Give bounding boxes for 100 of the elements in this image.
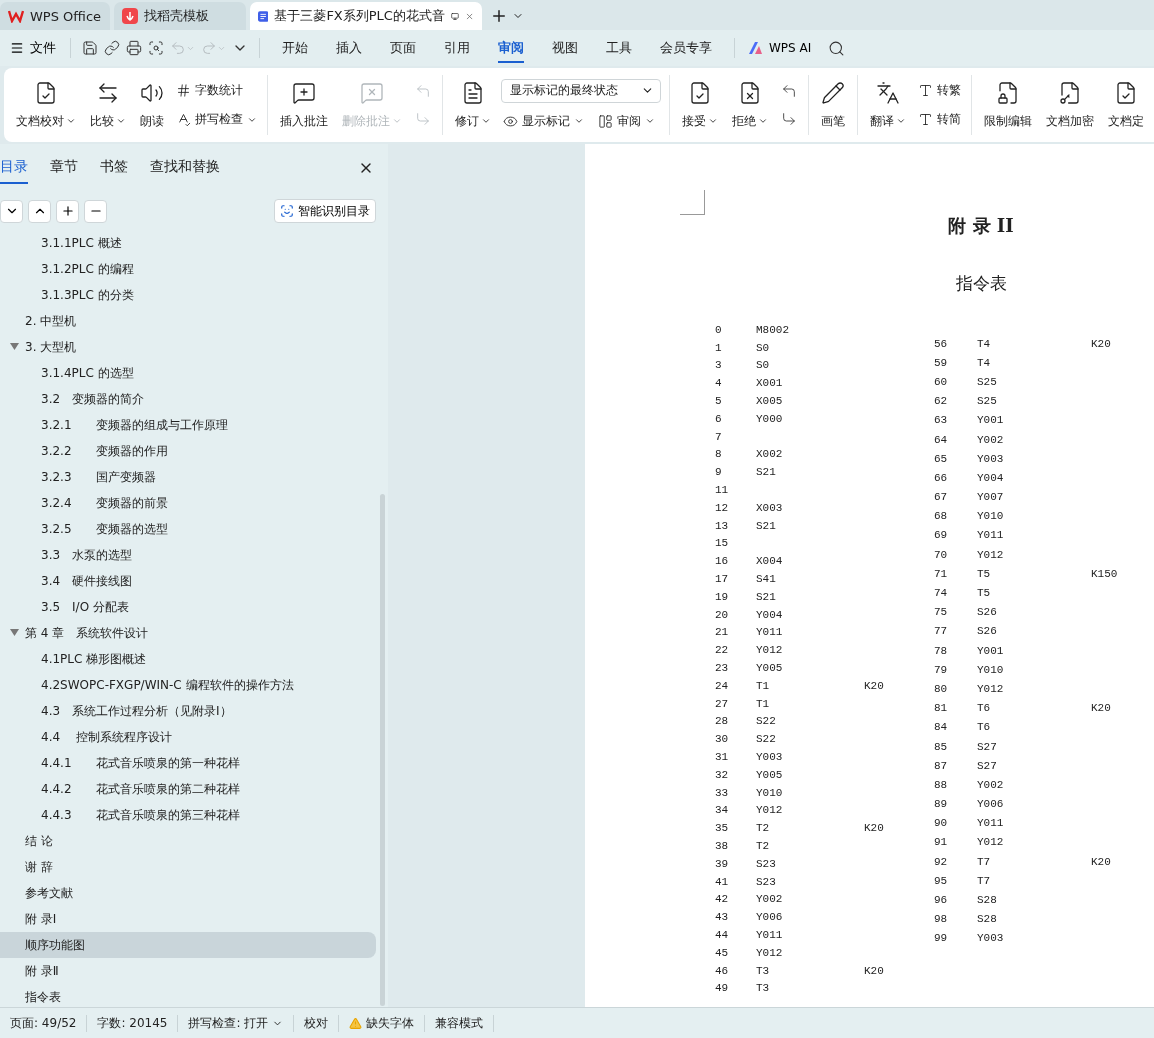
step-number: 81 <box>934 702 949 715</box>
ribbon-button[interactable]: 拼写检查 <box>174 109 259 130</box>
expand-button[interactable] <box>28 199 51 223</box>
ribbon-button[interactable]: 拒绝 <box>728 78 772 132</box>
panel-tab[interactable]: 章节 <box>50 152 78 184</box>
link-icon[interactable] <box>104 40 120 56</box>
ribbon-tab[interactable]: 视图 <box>552 33 578 63</box>
outline-item[interactable]: 3. 大型机 <box>0 334 376 360</box>
ribbon-tab[interactable]: 引用 <box>444 33 470 63</box>
ribbon-tab[interactable]: 工具 <box>606 33 632 63</box>
remove-level-button[interactable] <box>84 199 107 223</box>
status-item[interactable]: 拼写检查: 打开 <box>178 1014 295 1032</box>
character-icon <box>918 112 933 127</box>
step-number: 56 <box>934 337 949 350</box>
window-tab[interactable]: 找稻壳模板 <box>114 2 246 30</box>
outline-item[interactable]: 3.2 变频器的简介 <box>0 386 376 412</box>
file-menu-button[interactable]: 文件 <box>4 39 62 57</box>
next-change-icon[interactable] <box>781 111 797 127</box>
previous-change-icon[interactable] <box>781 83 797 99</box>
search-icon[interactable] <box>828 39 846 57</box>
ribbon-button[interactable]: 字数统计 <box>174 80 259 101</box>
menu-icon <box>10 41 24 55</box>
expand-triangle-icon[interactable] <box>10 629 19 636</box>
ribbon-tab[interactable]: 页面 <box>390 33 416 63</box>
operand: S26 <box>977 606 998 619</box>
outline-item[interactable]: 指令表 <box>0 984 376 1007</box>
outline-item[interactable]: 4.4.2 花式音乐喷泉的第二种花样 <box>0 776 376 802</box>
panel-tab[interactable]: 查找和替换 <box>150 152 220 184</box>
panel-tab[interactable]: 目录 <box>0 152 28 184</box>
operand: Y012 <box>977 548 1005 561</box>
ribbon-button[interactable]: 审阅 <box>596 110 657 132</box>
outline-item[interactable]: 第 4 章 系统软件设计 <box>0 620 376 646</box>
ribbon-button[interactable]: 插入批注 <box>276 78 332 132</box>
ribbon-tab[interactable]: 审阅 <box>498 33 524 63</box>
outline-item[interactable]: 2. 中型机 <box>0 308 376 334</box>
outline-item[interactable]: 3.4 硬件接线图 <box>0 568 376 594</box>
ai-button[interactable]: WPS AI <box>743 40 818 56</box>
outline-item[interactable]: 3.5 I/O 分配表 <box>0 594 376 620</box>
outline-item[interactable]: 3.2.1 变频器的组成与工作原理 <box>0 412 376 438</box>
outline-item[interactable]: 顺序功能图 <box>0 932 376 958</box>
ribbon-button[interactable]: 文档加密 <box>1042 78 1098 132</box>
step-number: 60 <box>934 375 949 388</box>
step-number: 17 <box>715 573 730 586</box>
ribbon-button[interactable]: 转繁 <box>916 80 963 101</box>
save-icon[interactable] <box>82 40 98 56</box>
outline-item[interactable]: 4.2SWOPC-FXGP/WIN-C 编程软件的操作方法 <box>0 672 376 698</box>
outline-item[interactable]: 3.1.3PLC 的分类 <box>0 282 376 308</box>
outline-item[interactable]: 3.1.4PLC 的选型 <box>0 360 376 386</box>
ribbon-button[interactable]: 修订 <box>451 78 495 132</box>
step-number: 65 <box>934 452 949 465</box>
print-preview-icon[interactable] <box>148 40 164 56</box>
outline-item[interactable]: 参考文献 <box>0 880 376 906</box>
outline-item[interactable]: 4.1PLC 梯形图概述 <box>0 646 376 672</box>
print-icon[interactable] <box>126 40 142 56</box>
expand-triangle-icon[interactable] <box>10 343 19 350</box>
outline-item[interactable]: 附 录Ⅱ <box>0 958 376 984</box>
outline-item[interactable]: 4.4.3 花式音乐喷泉的第三种花样 <box>0 802 376 828</box>
outline-item[interactable]: 4.3 系统工作过程分析（见附录Ⅰ） <box>0 698 376 724</box>
ribbon-button[interactable]: 显示标记 <box>501 110 586 132</box>
ribbon-tab[interactable]: 会员专享 <box>660 33 712 63</box>
scrollbar[interactable] <box>380 494 385 1006</box>
window-tab[interactable]: WPS Office <box>0 2 110 30</box>
collapse-button[interactable] <box>0 199 23 223</box>
window-tab[interactable]: 基于三菱FX系列PLC的花式音 <box>250 2 482 30</box>
step-number: 85 <box>934 740 949 753</box>
operand: Y012 <box>756 644 784 657</box>
outline-item[interactable]: 3.3 水泵的选型 <box>0 542 376 568</box>
ribbon-button[interactable]: 朗读 <box>136 78 168 132</box>
ribbon-tab[interactable]: 开始 <box>282 33 308 63</box>
panel-tab[interactable]: 书签 <box>100 152 128 184</box>
outline-item[interactable]: 附 录Ⅰ <box>0 906 376 932</box>
operand: Y003 <box>977 932 1005 945</box>
ribbon-button[interactable]: 文档定 <box>1104 78 1148 132</box>
outline-item[interactable]: 4.4.1 花式音乐喷泉的第一种花样 <box>0 750 376 776</box>
outline-item[interactable]: 结 论 <box>0 828 376 854</box>
outline-item[interactable]: 4.4 控制系统程序设计 <box>0 724 376 750</box>
ribbon-button[interactable]: 翻译 <box>866 78 910 132</box>
status-item[interactable]: 缺失字体 <box>339 1014 426 1032</box>
outline-item[interactable]: 3.1.2PLC 的编程 <box>0 256 376 282</box>
outline-item[interactable]: 3.2.2 变频器的作用 <box>0 438 376 464</box>
ribbon-button[interactable]: 接受 <box>678 78 722 132</box>
outline-item[interactable]: 3.2.5 变频器的选型 <box>0 516 376 542</box>
ribbon-button[interactable]: 比较 <box>86 78 130 132</box>
margin-mark <box>680 190 705 215</box>
ribbon-button[interactable]: 限制编辑 <box>980 78 1036 132</box>
outline-item[interactable]: 谢 辞 <box>0 854 376 880</box>
smart-toc-button[interactable]: 智能识别目录 <box>274 199 376 223</box>
outline-item[interactable]: 3.2.4 变频器的前景 <box>0 490 376 516</box>
operand: S23 <box>756 857 777 870</box>
ribbon-tab[interactable]: 插入 <box>336 33 362 63</box>
ribbon-button[interactable]: 画笔 <box>817 78 849 132</box>
outline-item[interactable]: 3.1.1PLC 概述 <box>0 230 376 256</box>
new-tab-icon[interactable] <box>490 7 508 25</box>
operand: Y010 <box>977 663 1005 676</box>
step-number: 24 <box>715 679 730 692</box>
add-level-button[interactable] <box>56 199 79 223</box>
ribbon-button[interactable]: 文档校对 <box>12 78 80 132</box>
outline-item[interactable]: 3.2.3 国产变频器 <box>0 464 376 490</box>
markup-select[interactable]: 显示标记的最终状态 <box>501 78 661 103</box>
ribbon-button[interactable]: 转简 <box>916 109 963 130</box>
